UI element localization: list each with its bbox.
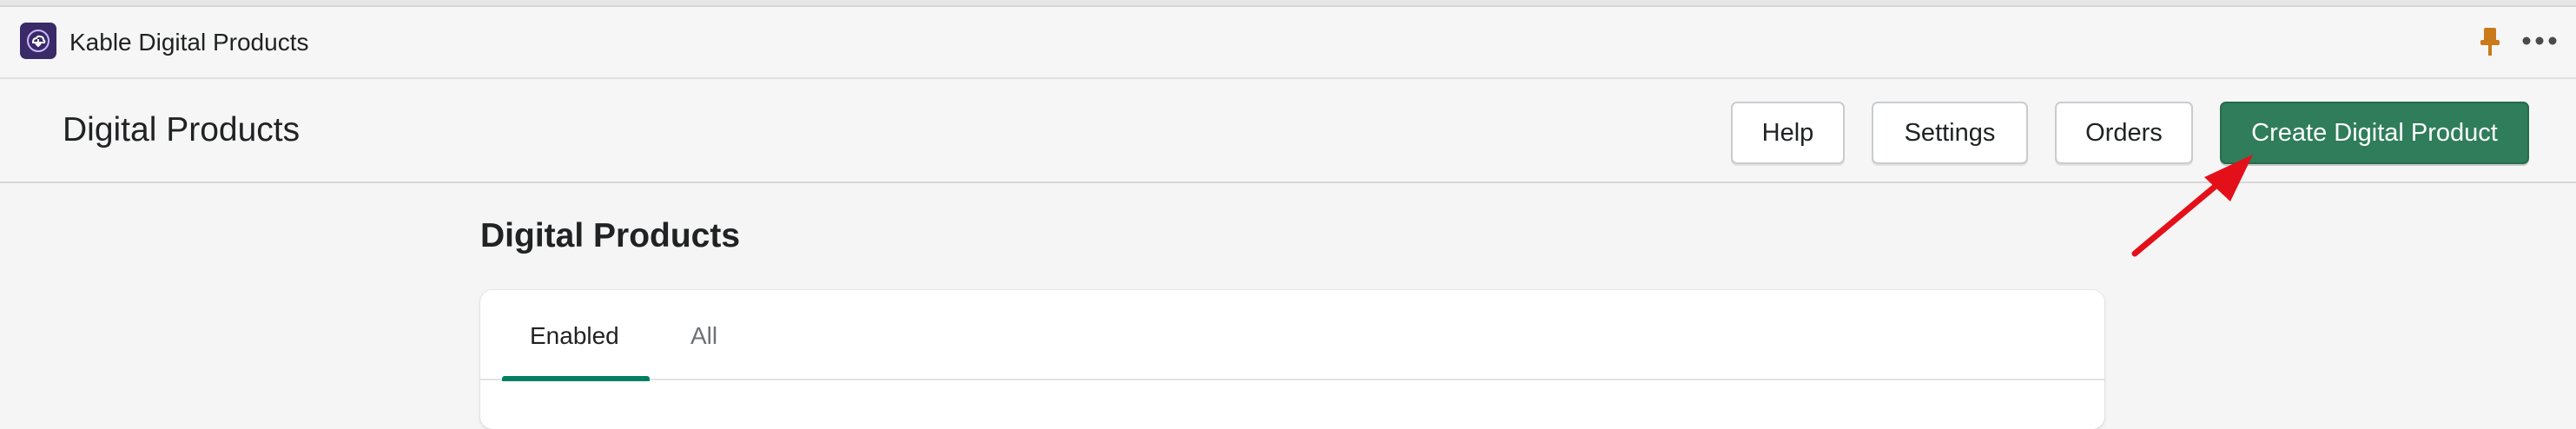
settings-button[interactable]: Settings bbox=[1872, 102, 2028, 164]
selected-tab-indicator bbox=[502, 376, 650, 381]
app-name: Kable Digital Products bbox=[69, 29, 309, 56]
browser-top-strip bbox=[0, 0, 2576, 7]
pin-icon[interactable] bbox=[2477, 26, 2503, 57]
more-horizontal-icon[interactable] bbox=[2520, 31, 2559, 50]
help-button[interactable]: Help bbox=[1731, 102, 1845, 164]
tab-all[interactable]: All bbox=[690, 321, 717, 351]
app-logo[interactable] bbox=[20, 23, 56, 59]
products-card: Enabled All bbox=[480, 290, 2104, 429]
tab-enabled[interactable]: Enabled bbox=[530, 321, 619, 351]
red-arrow-annotation bbox=[2131, 155, 2253, 257]
app-header: Kable Digital Products bbox=[0, 7, 2576, 79]
cloud-download-icon bbox=[27, 30, 50, 52]
section-title: Digital Products bbox=[480, 217, 741, 254]
page-title: Digital Products bbox=[63, 111, 301, 148]
product-tabs: Enabled All bbox=[480, 290, 2104, 381]
